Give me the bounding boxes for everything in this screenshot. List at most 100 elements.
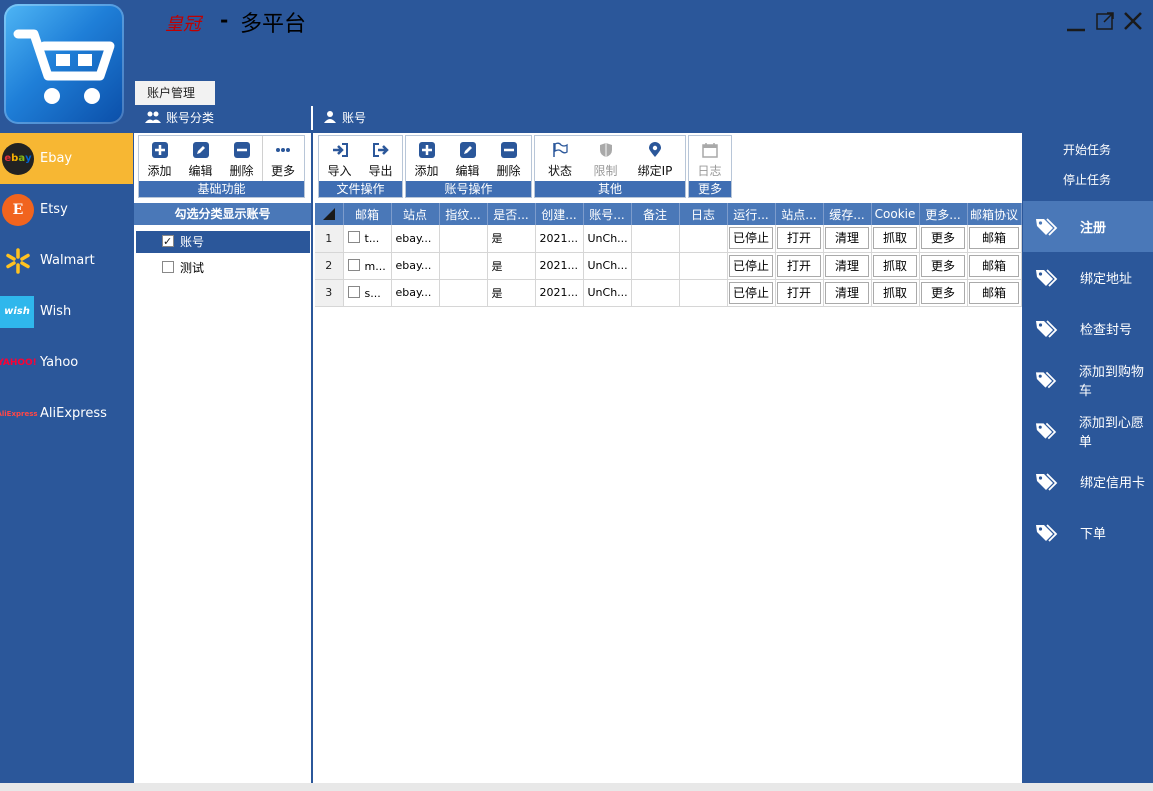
email-cell[interactable]: s...	[343, 279, 392, 307]
column-header[interactable]: 日志	[679, 203, 728, 225]
action-bind-credit-card[interactable]: 绑定信用卡	[1023, 456, 1153, 507]
fingerprint-cell	[439, 252, 488, 280]
category-item-account[interactable]: 账号	[136, 231, 310, 253]
category-panel: 添加 编辑 删除 更多 基础功能 勾选分类显示账号 账号 测试	[134, 133, 311, 783]
category-edit-button[interactable]: 编辑	[180, 136, 221, 182]
row-number: 2	[315, 252, 344, 280]
email-cell[interactable]: t...	[343, 225, 392, 253]
mailbox-button[interactable]: 邮箱	[969, 227, 1019, 250]
column-header[interactable]: 备注	[631, 203, 680, 225]
table-row[interactable]: 2 m... ebay... 是 2021... UnCh... 已停止 打开 …	[315, 252, 1022, 280]
open-site-button[interactable]: 打开	[777, 227, 821, 250]
open-site-button[interactable]: 打开	[777, 254, 821, 277]
column-header[interactable]: Cookie	[871, 203, 920, 225]
platform-label: Walmart	[40, 253, 95, 268]
restore-icon[interactable]	[1094, 10, 1116, 32]
action-bind-address[interactable]: 绑定地址	[1023, 252, 1153, 303]
row-more-button[interactable]: 更多	[921, 254, 965, 277]
stop-task-button[interactable]: 停止任务	[1063, 171, 1111, 188]
column-header[interactable]: 是否...	[487, 203, 536, 225]
column-header[interactable]: 邮箱	[343, 203, 392, 225]
clear-cache-button[interactable]: 清理	[825, 227, 869, 250]
action-add-to-wishlist[interactable]: 添加到心愿单	[1023, 405, 1153, 456]
row-more-button[interactable]: 更多	[921, 281, 965, 304]
column-header[interactable]: 站点	[391, 203, 440, 225]
run-status-button[interactable]: 已停止	[729, 254, 773, 277]
category-subheader-label: 账号分类	[166, 111, 215, 125]
mailbox-button[interactable]: 邮箱	[969, 254, 1019, 277]
table-row[interactable]: 3 s... ebay... 是 2021... UnCh... 已停止 打开 …	[315, 279, 1022, 307]
column-header[interactable]: 创建...	[535, 203, 584, 225]
column-header[interactable]: 更多...	[919, 203, 968, 225]
account-add-button[interactable]: 添加	[406, 136, 447, 182]
flag-cell: 是	[487, 252, 536, 280]
plus-icon	[151, 142, 168, 158]
email-cell[interactable]: m...	[343, 252, 392, 280]
account-cell: UnCh...	[583, 252, 632, 280]
clear-cache-button[interactable]: 清理	[825, 281, 869, 304]
created-cell: 2021...	[535, 252, 584, 280]
row-number: 1	[315, 225, 344, 253]
fetch-cookie-button[interactable]: 抓取	[873, 281, 917, 304]
tag-icon	[1035, 422, 1057, 439]
select-all-corner[interactable]	[315, 203, 344, 225]
run-status-button[interactable]: 已停止	[729, 227, 773, 250]
platform-aliexpress[interactable]: AliExpress AliExpress	[0, 388, 133, 439]
tab-account-management[interactable]: 账户管理	[135, 81, 215, 105]
checkbox[interactable]	[162, 261, 174, 273]
status-dropdown-button[interactable]: 状态	[535, 136, 585, 182]
row-checkbox[interactable]	[347, 258, 360, 271]
log-button[interactable]: 日志	[689, 136, 730, 182]
bind-ip-button[interactable]: 绑定IP	[626, 136, 684, 182]
account-edit-button[interactable]: 编辑	[447, 136, 488, 182]
account-panel: 导入 导出 文件操作 添加 编辑 删除 账号操作 状态 限制 绑定IP 其他 日…	[313, 133, 1022, 783]
category-delete-button[interactable]: 删除	[221, 136, 262, 182]
clear-cache-button[interactable]: 清理	[825, 254, 869, 277]
row-more-button[interactable]: 更多	[921, 227, 965, 250]
column-header[interactable]: 账号...	[583, 203, 632, 225]
column-header[interactable]: 指纹...	[439, 203, 488, 225]
fetch-cookie-button[interactable]: 抓取	[873, 254, 917, 277]
close-icon[interactable]	[1122, 10, 1144, 32]
mailbox-button[interactable]: 邮箱	[969, 281, 1019, 304]
column-header[interactable]: 缓存...	[823, 203, 872, 225]
action-register[interactable]: 注册	[1023, 201, 1153, 252]
column-header[interactable]: 运行...	[727, 203, 776, 225]
platform-ebay[interactable]: ebay Ebay	[0, 133, 133, 184]
minimize-icon[interactable]	[1065, 10, 1087, 32]
edit-icon	[192, 142, 209, 158]
open-site-button[interactable]: 打开	[777, 281, 821, 304]
column-header[interactable]: 站点...	[775, 203, 824, 225]
other-group: 状态 限制 绑定IP 其他	[534, 135, 686, 198]
platform-yahoo[interactable]: YAHOO! Yahoo	[0, 337, 133, 388]
fetch-cookie-button[interactable]: 抓取	[873, 227, 917, 250]
platform-etsy[interactable]: E Etsy	[0, 184, 133, 235]
action-place-order[interactable]: 下单	[1023, 507, 1153, 558]
category-item-test[interactable]: 测试	[136, 257, 310, 279]
calendar-icon	[701, 143, 718, 158]
category-add-button[interactable]: 添加	[139, 136, 180, 182]
run-status-button[interactable]: 已停止	[729, 281, 773, 304]
action-check-ban[interactable]: 检查封号	[1023, 303, 1153, 354]
accounts-table: 邮箱 站点 指纹... 是否... 创建... 账号... 备注 日志 运行..…	[315, 203, 1022, 307]
start-task-button[interactable]: 开始任务	[1063, 141, 1111, 158]
platform-label: Ebay	[40, 151, 73, 166]
table-row[interactable]: 1 t... ebay... 是 2021... UnCh... 已停止 打开 …	[315, 225, 1022, 253]
account-delete-button[interactable]: 删除	[488, 136, 529, 182]
action-add-to-cart[interactable]: 添加到购物车	[1023, 354, 1153, 405]
import-button[interactable]: 导入	[319, 136, 360, 182]
column-header[interactable]: 邮箱协议	[967, 203, 1022, 225]
row-checkbox[interactable]	[347, 231, 360, 244]
log-cell	[679, 279, 728, 307]
row-checkbox[interactable]	[347, 285, 360, 298]
category-more-button[interactable]: 更多	[262, 136, 303, 182]
site-cell: ebay...	[391, 279, 440, 307]
wish-logo-icon: wish	[0, 295, 34, 328]
group-caption: 基础功能	[139, 181, 304, 197]
minus-icon	[500, 142, 517, 158]
checkbox[interactable]	[162, 231, 174, 253]
export-button[interactable]: 导出	[360, 136, 401, 182]
limit-button[interactable]: 限制	[585, 136, 626, 182]
platform-wish[interactable]: wish Wish	[0, 286, 133, 337]
platform-walmart[interactable]: Walmart	[0, 235, 133, 286]
